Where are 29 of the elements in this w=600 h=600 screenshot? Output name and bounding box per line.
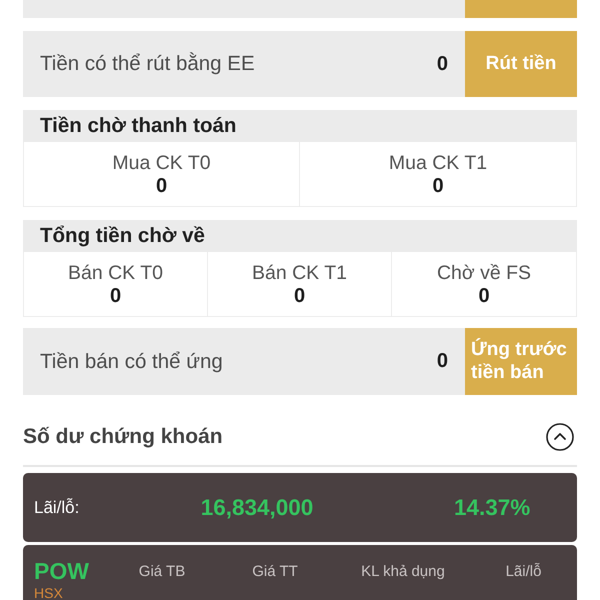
chevron-up-icon[interactable] (546, 423, 574, 451)
cell-label: Bán CK T0 (68, 262, 164, 284)
cell-label: Chờ về FS (436, 262, 532, 284)
stock-symbol: POW (34, 557, 89, 585)
profit-label: Lãi/lỗ: (34, 498, 80, 518)
row-label: Tiền bán có thể ứng (39, 350, 224, 374)
cell-value: 0 (432, 174, 444, 196)
exchange-label: HSX (34, 585, 63, 600)
action-button[interactable]: Ứng trước tiền bán (465, 328, 577, 395)
row-value: 0 (436, 350, 449, 373)
row-label: Tiền có thể rút bằng EE (39, 52, 256, 76)
cell-value: 0 (110, 284, 122, 306)
column-header: Giá TT (252, 562, 298, 580)
section-header: Tổng tiền chờ về (23, 220, 577, 252)
profit-percent: 14.37% (454, 494, 530, 520)
cell-value: 0 (294, 284, 306, 306)
column-header: KL khả dụng (361, 562, 445, 580)
cell-label: Mua CK T0 (112, 152, 211, 174)
action-button[interactable]: Rút tiền (465, 31, 577, 97)
section-header: Tiền chờ thanh toán (23, 110, 577, 142)
cell-value: 0 (156, 174, 168, 196)
section-title: Số dư chứng khoán (23, 425, 223, 449)
column-header: Giá TB (138, 562, 186, 580)
cell-value: 0 (478, 284, 490, 306)
cell-label: Bán CK T1 (252, 262, 348, 284)
profit-amount: 16,834,000 (200, 494, 314, 520)
row-value: 0 (436, 52, 449, 76)
cell-label: Mua CK T1 (388, 152, 488, 174)
column-header: Lãi/lỗ (506, 562, 542, 580)
